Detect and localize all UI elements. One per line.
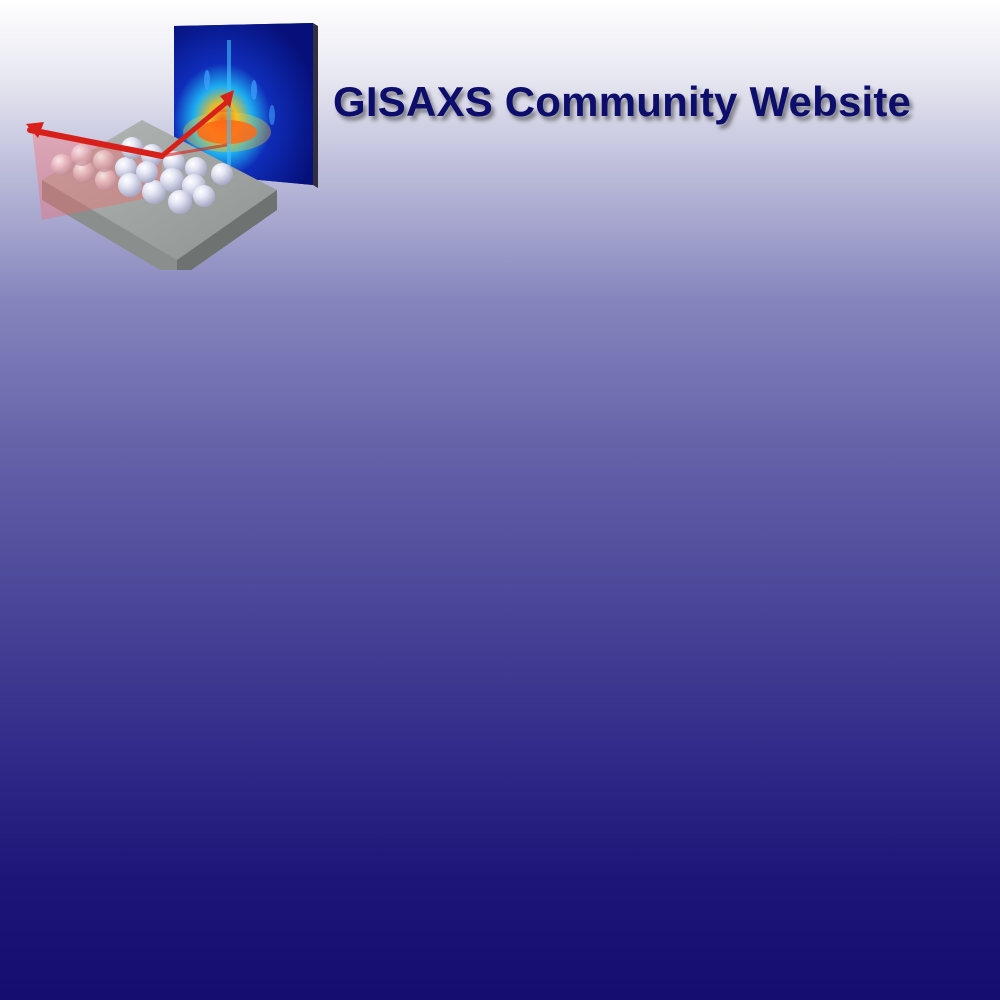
gisaxs-logo-icon[interactable] — [22, 20, 322, 280]
site-title: GISAXS Community Website — [333, 78, 912, 125]
